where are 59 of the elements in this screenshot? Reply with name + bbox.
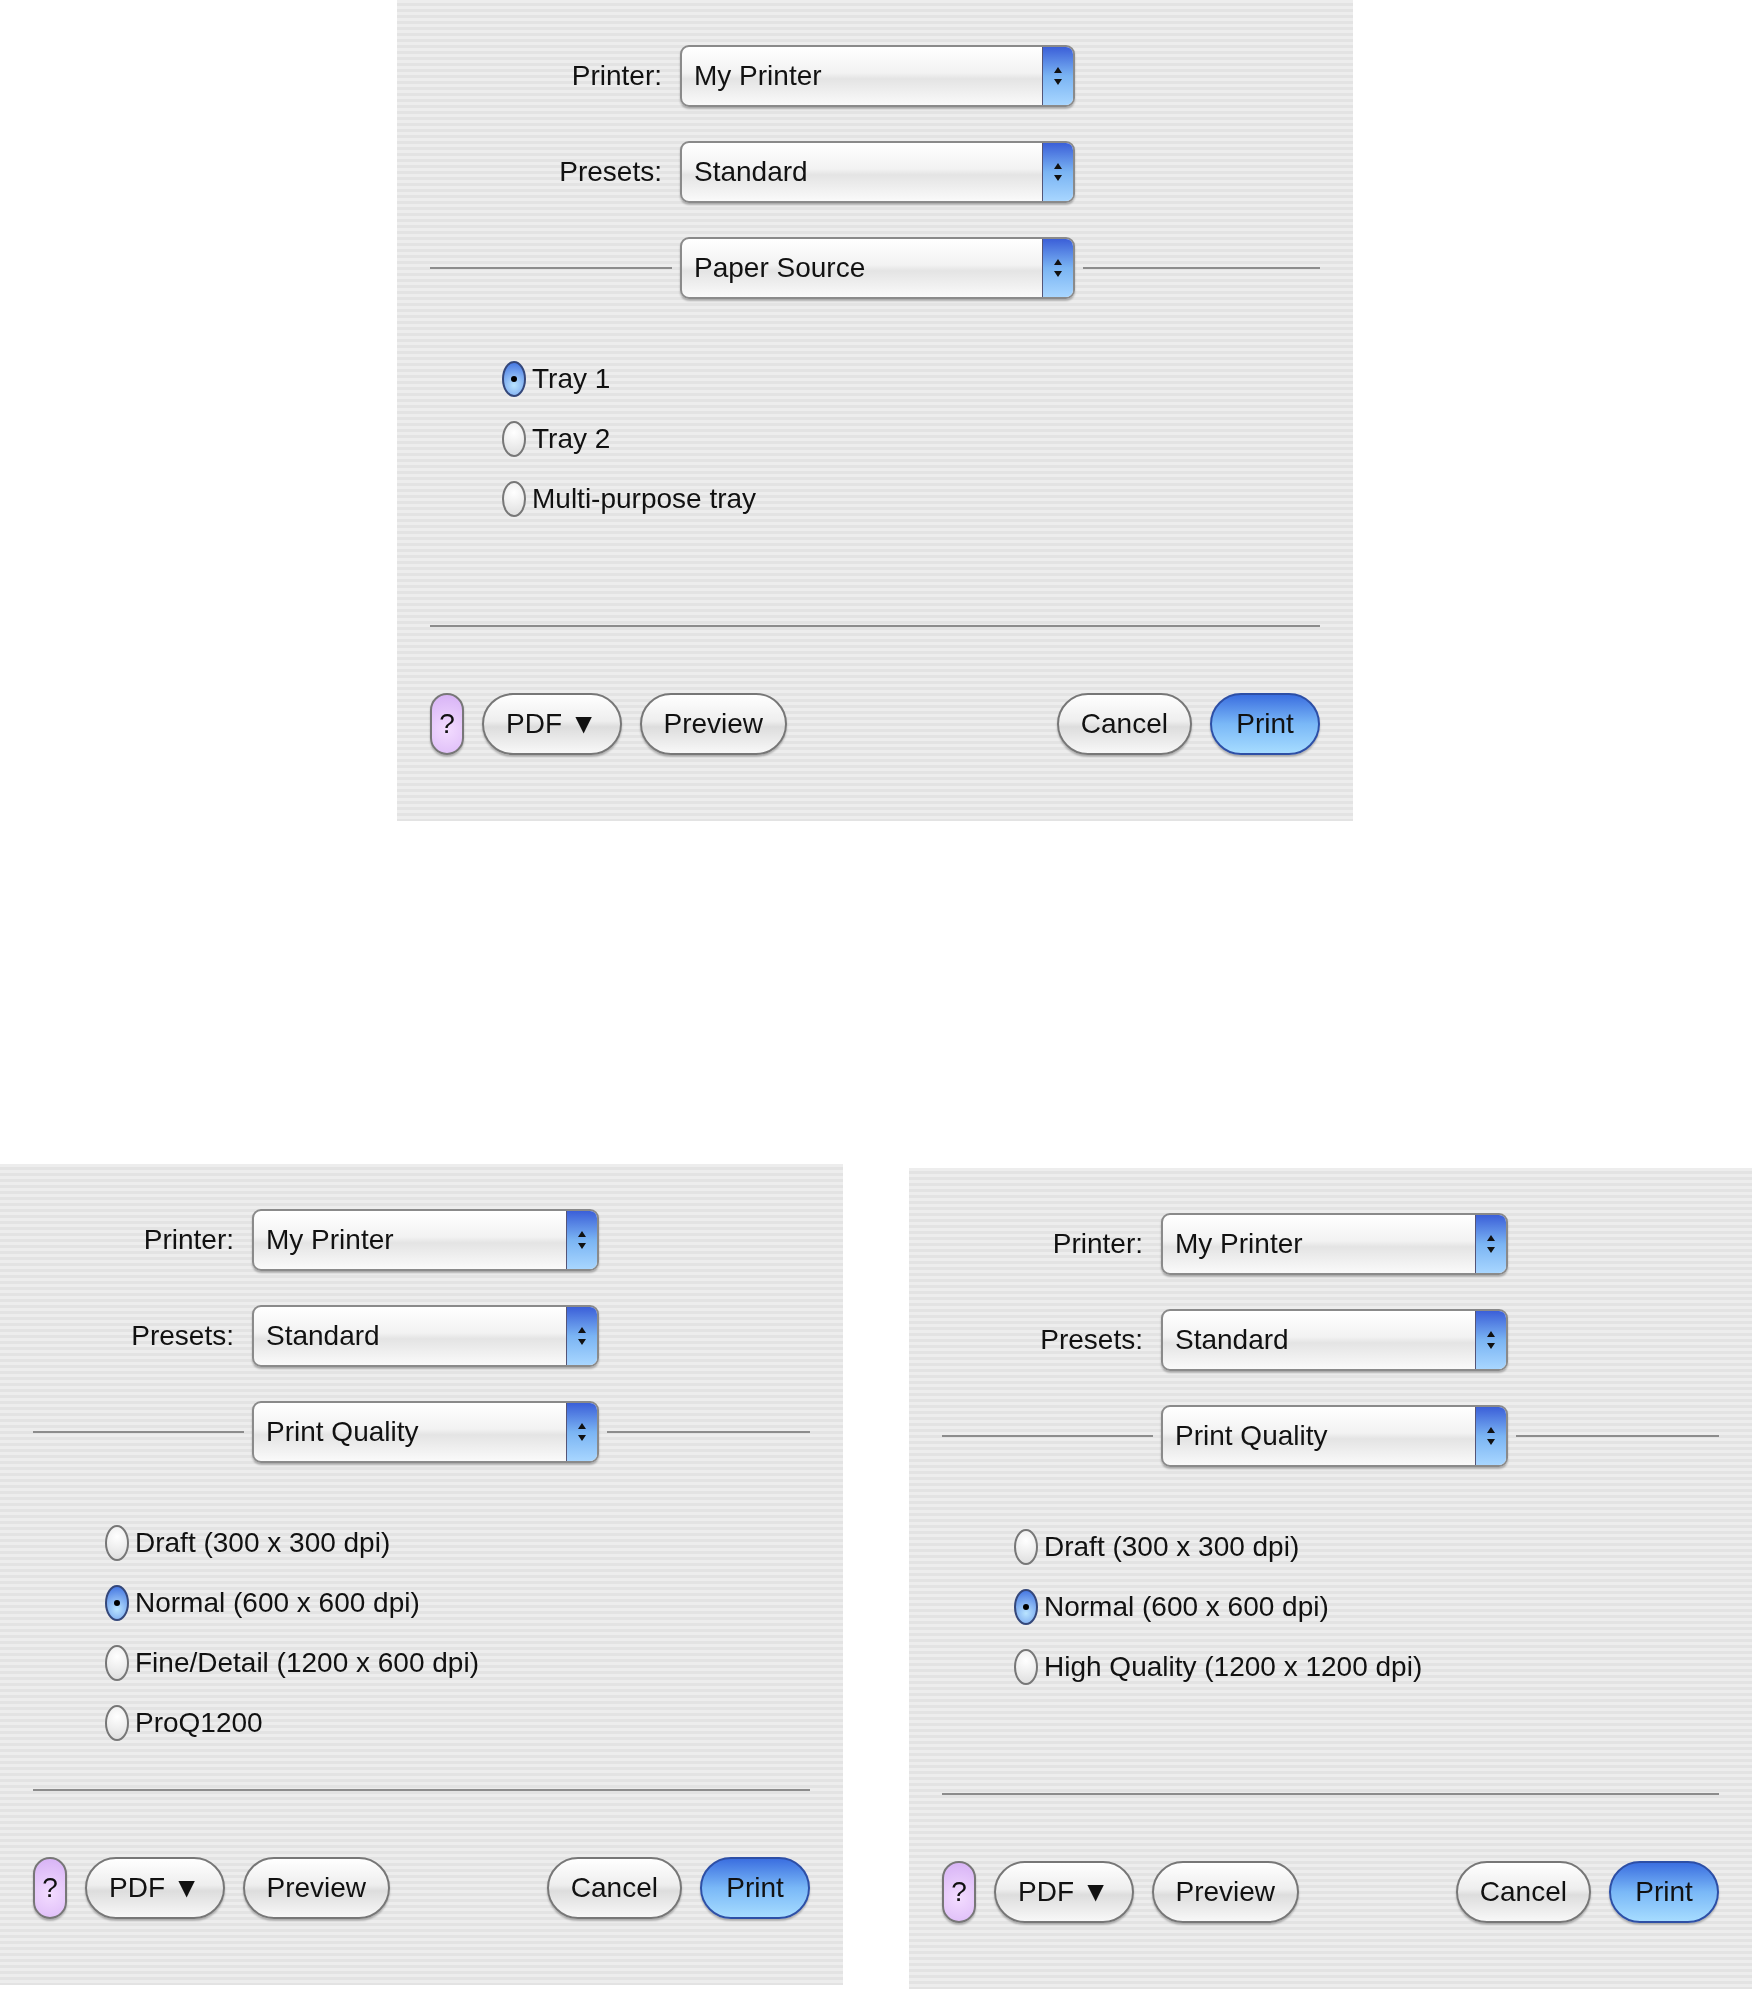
dialog-button[interactable]: Preview: [639, 693, 788, 755]
print-button[interactable]: Print: [1609, 1861, 1719, 1923]
panel-dropdown[interactable]: Paper Source: [680, 237, 1075, 299]
radio-button[interactable]: [502, 421, 526, 457]
field-label: Printer:: [142, 1224, 234, 1256]
radio-button[interactable]: [502, 361, 526, 397]
radio-button[interactable]: [1014, 1589, 1038, 1625]
printer-dropdown[interactable]: My Printer: [680, 45, 1075, 107]
pdf-menu-button[interactable]: PDF ▼: [994, 1861, 1134, 1923]
field-label: Presets:: [558, 156, 662, 188]
dialog-button[interactable]: Cancel: [546, 1857, 682, 1919]
panel-dropdown[interactable]: Print Quality: [252, 1401, 599, 1463]
radio-label: Draft (300 x 300 dpi): [1044, 1531, 1300, 1563]
printer-dropdown[interactable]: My Printer: [1161, 1213, 1508, 1275]
field-label: Presets:: [130, 1320, 234, 1352]
updown-arrows-icon: [1042, 239, 1073, 297]
radio-button[interactable]: [105, 1705, 129, 1741]
help-button[interactable]: ?: [430, 693, 464, 755]
presets-dropdown[interactable]: Standard: [680, 141, 1075, 203]
radio-label: ProQ1200: [135, 1707, 263, 1739]
radio-label: Normal (600 x 600 dpi): [135, 1587, 420, 1619]
field-label: Printer:: [1051, 1228, 1143, 1260]
radio-label: Multi-purpose tray: [532, 483, 757, 515]
help-button[interactable]: ?: [942, 1861, 976, 1923]
dialog-button[interactable]: Cancel: [1455, 1861, 1591, 1923]
radio-button[interactable]: [105, 1645, 129, 1681]
field-label: Presets:: [1039, 1324, 1143, 1356]
print-button[interactable]: Print: [1210, 693, 1320, 755]
updown-arrows-icon: [1475, 1407, 1506, 1465]
radio-label: Tray 1: [532, 363, 611, 395]
radio-button[interactable]: [105, 1585, 129, 1621]
dialog-button[interactable]: Preview: [1151, 1861, 1300, 1923]
updown-arrows-icon: [1475, 1215, 1506, 1273]
print-button[interactable]: Print: [700, 1857, 810, 1919]
radio-label: High Quality (1200 x 1200 dpi): [1044, 1651, 1423, 1683]
updown-arrows-icon: [1042, 143, 1073, 201]
radio-button[interactable]: [502, 481, 526, 517]
presets-dropdown[interactable]: Standard: [1161, 1309, 1508, 1371]
radio-button[interactable]: [1014, 1529, 1038, 1565]
updown-arrows-icon: [566, 1403, 597, 1461]
radio-label: Tray 2: [532, 423, 611, 455]
dialog-button[interactable]: Preview: [242, 1857, 391, 1919]
printer-dropdown[interactable]: My Printer: [252, 1209, 599, 1271]
pdf-menu-button[interactable]: PDF ▼: [482, 693, 622, 755]
updown-arrows-icon: [566, 1307, 597, 1365]
panel-dropdown[interactable]: Print Quality: [1161, 1405, 1508, 1467]
updown-arrows-icon: [1475, 1311, 1506, 1369]
updown-arrows-icon: [1042, 47, 1073, 105]
pdf-menu-button[interactable]: PDF ▼: [85, 1857, 225, 1919]
radio-button[interactable]: [1014, 1649, 1038, 1685]
dialog-button[interactable]: Cancel: [1056, 693, 1192, 755]
presets-dropdown[interactable]: Standard: [252, 1305, 599, 1367]
radio-label: Fine/Detail (1200 x 600 dpi): [135, 1647, 479, 1679]
radio-label: Normal (600 x 600 dpi): [1044, 1591, 1329, 1623]
radio-label: Draft (300 x 300 dpi): [135, 1527, 391, 1559]
updown-arrows-icon: [566, 1211, 597, 1269]
radio-button[interactable]: [105, 1525, 129, 1561]
help-button[interactable]: ?: [33, 1857, 67, 1919]
field-label: Printer:: [570, 60, 662, 92]
